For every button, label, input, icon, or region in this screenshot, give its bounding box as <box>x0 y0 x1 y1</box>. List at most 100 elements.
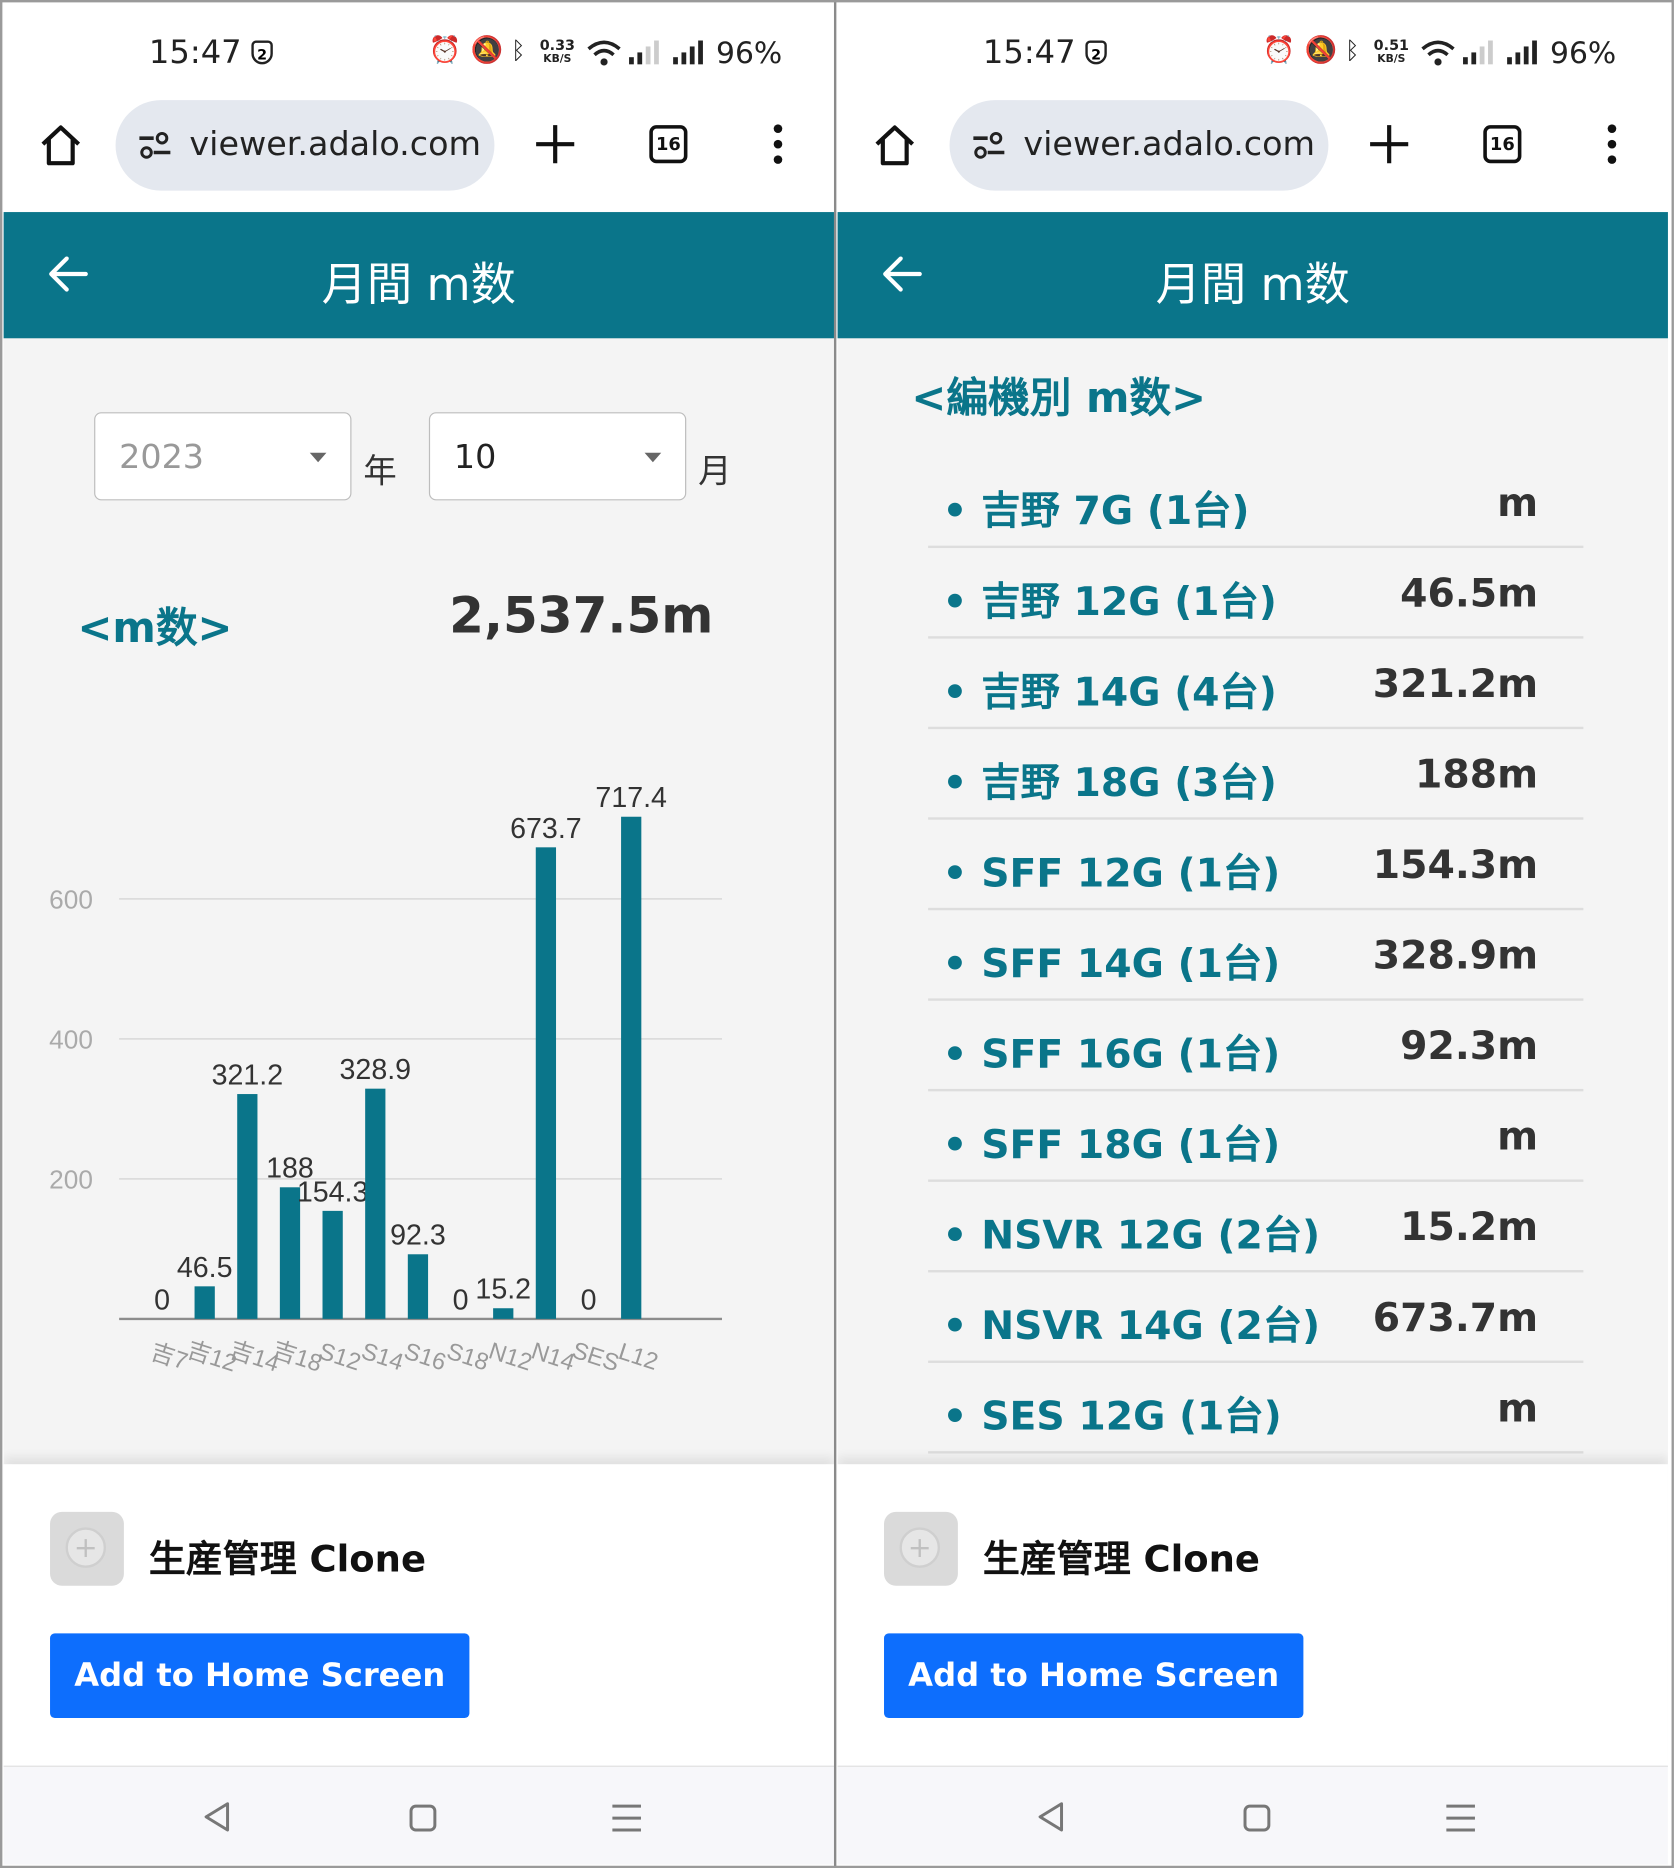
signal-1-icon <box>1463 40 1493 65</box>
y-tick-label: 400 <box>49 1024 93 1054</box>
x-tick-label: S14 <box>358 1338 407 1377</box>
x-tick-label: S16 <box>401 1338 450 1377</box>
phone-screen-chart: 15:47 2 ⏰ 🔕 ᛒ 0.33 KB/S 96% viewer.adalo.… <box>3 2 834 1865</box>
tune-icon[interactable] <box>137 131 173 160</box>
list-item: • SFF 18G (1台) m <box>928 1089 1584 1182</box>
mute-icon: 🔕 <box>470 35 504 66</box>
system-nav-bar <box>3 1765 834 1865</box>
browser-toolbar: viewer.adalo.com 16 <box>3 100 834 213</box>
list-item: • SFF 12G (1台) 154.3m <box>928 817 1584 911</box>
signal-1-icon <box>629 40 659 65</box>
triangle-back-icon[interactable] <box>1035 1800 1066 1833</box>
panel-divider <box>833 0 837 1868</box>
more-vert-icon[interactable] <box>1605 122 1619 167</box>
x-tick-label: S12 <box>315 1338 364 1377</box>
app-icon: + <box>50 1511 124 1586</box>
plus-icon[interactable] <box>533 122 578 167</box>
app-header: 月間 m数 <box>837 212 1668 339</box>
install-banner: + 生産管理 Clone Add to Home Screen <box>837 1464 1668 1766</box>
chart-bar <box>194 1286 215 1319</box>
add-to-home-button[interactable]: Add to Home Screen <box>884 1633 1304 1718</box>
status-time: 15:47 <box>148 34 242 72</box>
chart-bar <box>407 1254 429 1319</box>
list-item: • 吉野 18G (3台) 188m <box>928 727 1584 820</box>
tab-switcher-icon[interactable]: 16 <box>649 125 688 164</box>
triangle-back-icon[interactable] <box>201 1800 232 1833</box>
status-bar: 15:47 2 ⏰ 🔕 ᛒ 0.33 KB/S 96% <box>3 2 834 101</box>
url-text: viewer.adalo.com <box>189 123 482 164</box>
network-speed: 0.33 KB/S <box>539 36 575 66</box>
wifi-icon <box>1421 40 1455 66</box>
plus-circle-icon: + <box>899 1527 941 1568</box>
notification-badge-icon: 2 <box>251 40 273 65</box>
list-item: • NSVR 14G (2台) 673.7m <box>928 1270 1584 1363</box>
list-item: • 吉野 7G (1台) m <box>928 455 1584 549</box>
home-icon[interactable] <box>37 122 85 170</box>
bar-value-label: 0 <box>154 1284 170 1316</box>
chart-bar <box>621 816 642 1319</box>
signal-2-icon <box>1507 40 1537 65</box>
status-bar: 15:47 2 ⏰ 🔕 ᛒ 0.51 KB/S 96% <box>837 2 1668 101</box>
mute-icon: 🔕 <box>1304 35 1338 66</box>
app-icon: + <box>884 1511 958 1586</box>
notification-badge-icon: 2 <box>1085 40 1107 65</box>
page-title: 月間 m数 <box>1155 258 1350 311</box>
network-speed: 0.51 KB/S <box>1373 36 1409 66</box>
square-home-icon[interactable] <box>407 1803 438 1834</box>
app-header: 月間 m数 <box>3 212 834 339</box>
bar-value-label: 0 <box>581 1284 597 1316</box>
list-item: • 吉野 12G (1台) 46.5m <box>928 546 1584 639</box>
bluetooth-icon: ᛒ <box>511 35 526 65</box>
status-time: 15:47 <box>982 34 1076 72</box>
signal-2-icon <box>673 40 703 65</box>
alarm-icon: ⏰ <box>428 35 462 66</box>
bar-value-label: 717.4 <box>595 782 667 814</box>
tab-switcher-icon[interactable]: 16 <box>1483 125 1522 164</box>
app-name: 生産管理 Clone <box>148 1538 426 1581</box>
bluetooth-icon: ᛒ <box>1345 35 1360 65</box>
plus-icon[interactable] <box>1367 122 1412 167</box>
x-tick-label: SES <box>569 1337 623 1377</box>
more-vert-icon[interactable] <box>771 122 785 167</box>
bar-value-label: 154.3 <box>297 1176 369 1208</box>
list-item: • NSVR 12G (2台) 15.2m <box>928 1179 1584 1273</box>
screenshot-frame: 15:47 2 ⏰ 🔕 ᛒ 0.33 KB/S 96% viewer.adalo.… <box>0 0 1674 1868</box>
bar-value-label: 0 <box>453 1284 469 1316</box>
square-home-icon[interactable] <box>1241 1803 1272 1834</box>
bar-value-label: 92.3 <box>390 1220 446 1252</box>
bar-value-label: 328.9 <box>340 1054 412 1086</box>
home-icon[interactable] <box>871 122 919 170</box>
plus-circle-icon: + <box>65 1527 107 1568</box>
chart-bar <box>237 1094 258 1319</box>
y-tick-label: 600 <box>49 884 93 914</box>
menu-lines-icon[interactable] <box>1444 1803 1477 1834</box>
page-title: 月間 m数 <box>321 258 516 311</box>
battery-level: 96% <box>716 35 783 71</box>
add-to-home-button[interactable]: Add to Home Screen <box>50 1633 470 1718</box>
alarm-icon: ⏰ <box>1262 35 1296 66</box>
bar-value-label: 673.7 <box>510 813 582 845</box>
address-bar[interactable]: viewer.adalo.com <box>115 100 495 191</box>
list-item: • SES 12G (1台) m <box>928 1361 1584 1454</box>
monthly-bar-chart: 2004006000吉746.5吉12321.2吉14188吉18154.3S1… <box>49 782 722 1378</box>
chart-bar <box>322 1210 343 1319</box>
x-tick-label: S18 <box>443 1338 492 1377</box>
tune-icon[interactable] <box>971 131 1007 160</box>
list-item: • SFF 14G (1台) 328.9m <box>928 908 1584 1001</box>
y-tick-label: 200 <box>49 1164 93 1194</box>
address-bar[interactable]: viewer.adalo.com <box>949 100 1329 191</box>
battery-level: 96% <box>1550 35 1617 71</box>
bar-value-label: 46.5 <box>177 1252 233 1284</box>
browser-toolbar: viewer.adalo.com 16 <box>837 100 1668 213</box>
chart-bar <box>493 1308 514 1319</box>
main-content: <編機別 m数> • 吉野 7G (1台) m • 吉野 12G (1台) 46.5… <box>837 338 1668 1465</box>
phone-screen-list: 15:47 2 ⏰ 🔕 ᛒ 0.51 KB/S 96% viewer.adalo.… <box>837 2 1668 1865</box>
menu-lines-icon[interactable] <box>610 1803 643 1834</box>
app-name: 生産管理 Clone <box>982 1538 1260 1581</box>
x-tick-label: N12 <box>485 1337 535 1376</box>
breakdown-title: <編機別 m数> <box>911 375 1207 423</box>
install-banner: + 生産管理 Clone Add to Home Screen <box>3 1464 834 1766</box>
list-item: • SFF 16G (1台) 92.3m <box>928 998 1584 1092</box>
chart-bar <box>365 1088 386 1319</box>
chart-bar <box>535 847 557 1319</box>
